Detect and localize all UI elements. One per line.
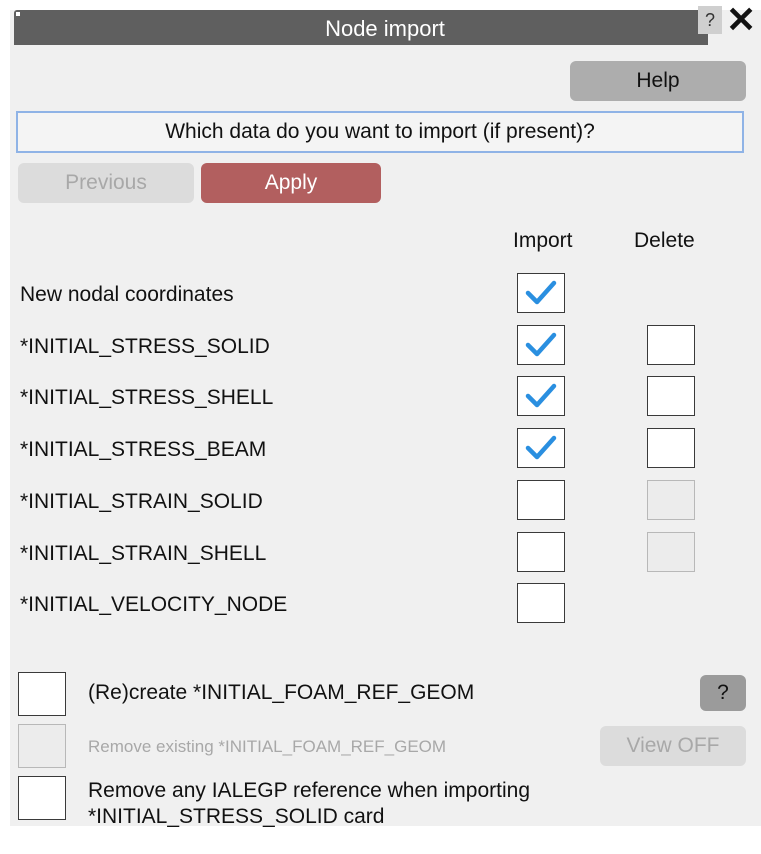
row-label: *INITIAL_STRESS_BEAM [20, 438, 267, 461]
remove-existing-foam-checkbox[interactable] [18, 724, 66, 768]
import-checkbox[interactable] [517, 480, 565, 520]
row-label: *INITIAL_STRESS_SOLID [20, 335, 270, 358]
row-label: *INITIAL_VELOCITY_NODE [20, 593, 288, 616]
delete-checkbox[interactable] [647, 376, 695, 416]
checkmark-icon [525, 383, 557, 408]
delete-checkbox[interactable] [647, 532, 695, 572]
window-title: Node import [325, 16, 445, 41]
close-icon[interactable]: ✕ [726, 2, 756, 38]
remove-ialegp-label-line1: Remove any IALEGP reference when importi… [88, 779, 531, 802]
checkmark-icon [525, 435, 557, 460]
row-label: *INITIAL_STRESS_SHELL [20, 386, 274, 409]
import-checkbox[interactable] [517, 273, 565, 313]
remove-ialegp-checkbox[interactable] [18, 776, 66, 820]
checkmark-icon [525, 332, 557, 357]
import-checkbox[interactable] [517, 583, 565, 623]
delete-column-header: Delete [634, 229, 695, 252]
previous-button[interactable]: Previous [18, 163, 194, 203]
import-column-header: Import [513, 229, 573, 252]
delete-checkbox[interactable] [647, 480, 695, 520]
remove-existing-foam-label: Remove existing *INITIAL_FOAM_REF_GEOM [88, 737, 447, 756]
window-help-icon[interactable]: ? [698, 6, 722, 34]
remove-ialegp-label-line2: *INITIAL_STRESS_SOLID card [88, 805, 385, 828]
help-button[interactable]: Help [570, 61, 746, 101]
recreate-help-button[interactable]: ? [700, 675, 746, 711]
recreate-foam-checkbox[interactable] [18, 672, 66, 716]
view-off-button[interactable]: View OFF [600, 726, 746, 766]
import-question: Which data do you want to import (if pre… [16, 111, 744, 153]
delete-checkbox[interactable] [647, 428, 695, 468]
import-checkbox[interactable] [517, 532, 565, 572]
checkmark-icon [525, 280, 557, 305]
recreate-foam-label: (Re)create *INITIAL_FOAM_REF_GEOM [88, 681, 475, 704]
import-checkbox[interactable] [517, 428, 565, 468]
apply-button[interactable]: Apply [201, 163, 381, 203]
import-checkbox[interactable] [517, 376, 565, 416]
delete-checkbox[interactable] [647, 325, 695, 365]
row-label: New nodal coordinates [20, 283, 234, 306]
import-checkbox[interactable] [517, 325, 565, 365]
row-label: *INITIAL_STRAIN_SHELL [20, 542, 267, 565]
row-label: *INITIAL_STRAIN_SOLID [20, 490, 263, 513]
